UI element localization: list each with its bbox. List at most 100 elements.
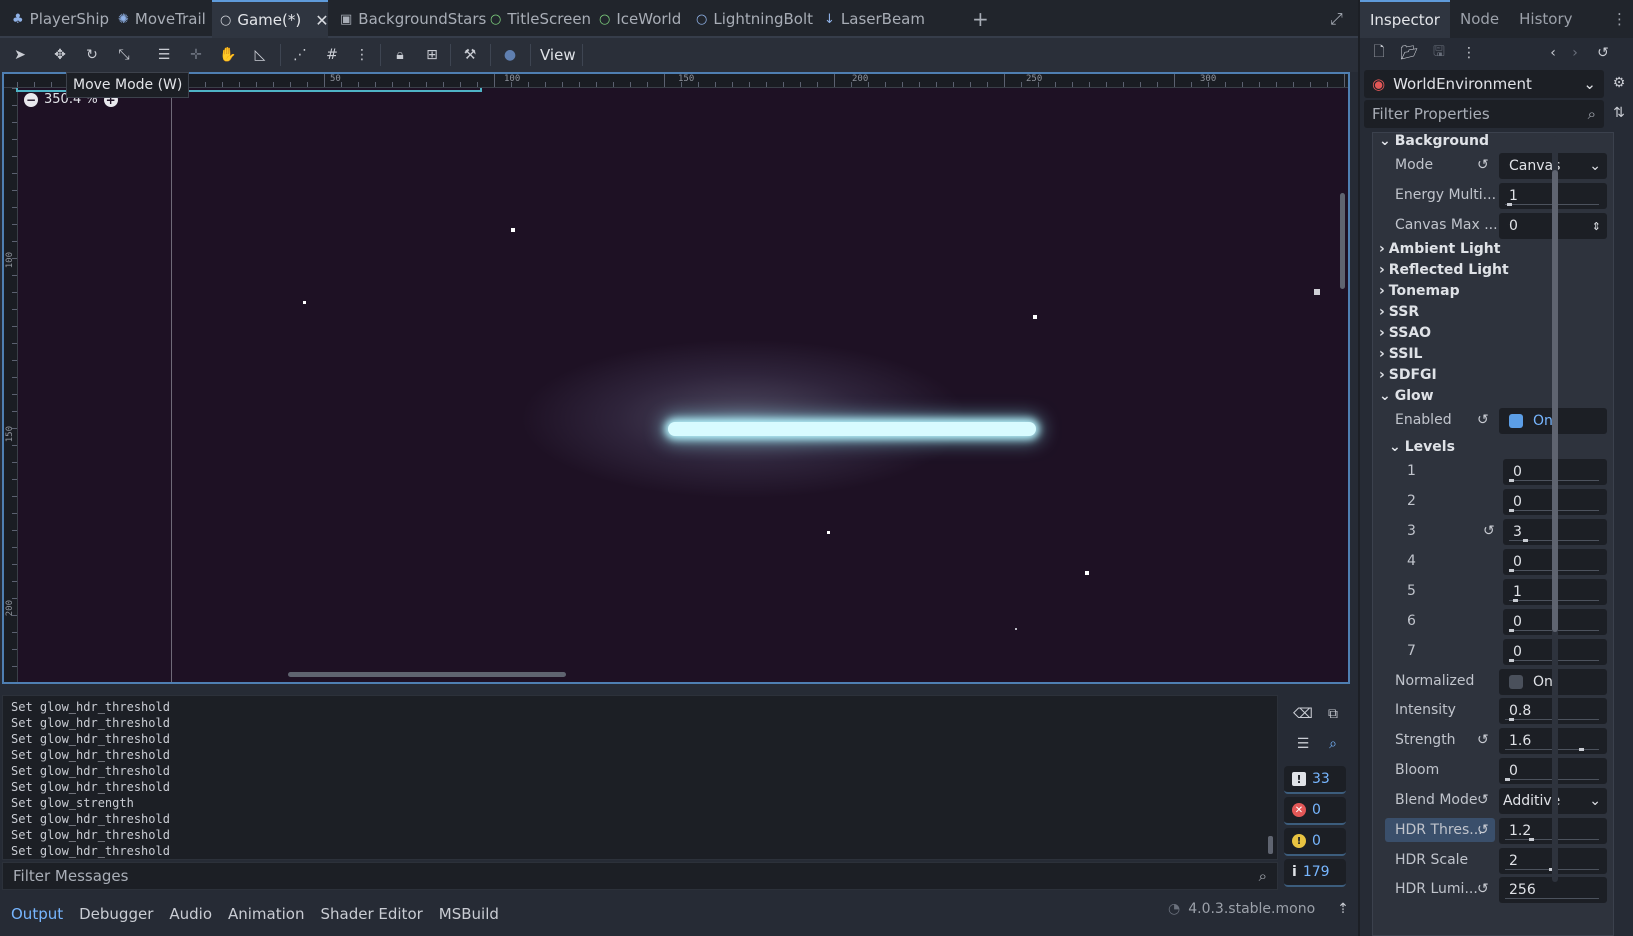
property-settings-icon[interactable]: ⇅ [1608,102,1630,124]
scene-canvas[interactable] [19,89,1348,682]
select-mode-icon[interactable]: ➤ [9,44,31,66]
scene-tab-titlescreen[interactable]: ○ TitleScreen [482,0,599,38]
forward-icon[interactable]: › [1564,42,1586,64]
dock-menu-icon[interactable]: ⋮ [1602,0,1633,38]
tab-history[interactable]: History [1509,0,1582,38]
ruler-tick [12,275,17,276]
add-tab-button[interactable]: + [964,0,997,38]
more-icon[interactable]: ⋮ [1458,42,1480,64]
section-background[interactable]: ⌄ Background [1379,133,1489,149]
ruler-tick [324,74,325,87]
group-icon[interactable]: ⊞ [421,44,443,66]
scene-tab-laserbeam[interactable]: ↓ LaserBeam [816,0,933,38]
section-sdfgi[interactable]: › SDFGI [1379,367,1437,383]
history-icon[interactable]: ↺ [1592,42,1614,64]
info-filter-button[interactable]: i 179 [1284,859,1346,887]
tab-shader-editor[interactable]: Shader Editor [320,905,422,923]
node-selector[interactable]: ◉ WorldEnvironment ⌄ [1364,70,1604,98]
messages-filter-button[interactable]: ! 33 [1284,766,1346,794]
viewport-vertical-scrollbar[interactable] [1340,193,1345,289]
close-tab-icon[interactable]: ✕ [315,11,328,30]
level-label: 4 [1407,553,1416,569]
back-icon[interactable]: ‹ [1542,42,1564,64]
scene-tab-backgroundstars[interactable]: ▣ BackgroundStars [332,0,494,38]
checkbox-checked-icon [1509,414,1523,428]
tab-inspector[interactable]: Inspector [1360,0,1450,38]
search-icon[interactable]: ⌕ [1322,733,1344,755]
control-icon: ○ [490,11,502,27]
ruler-tick [1072,82,1073,87]
tab-audio[interactable]: Audio [169,905,212,923]
output-scrollbar[interactable] [1268,836,1273,854]
pivot-mode-icon[interactable]: ✛ [185,44,207,66]
grid-snap-icon[interactable]: # [321,44,343,66]
revert-icon[interactable]: ↺ [1477,412,1489,428]
ruler-mode-icon[interactable]: ◺ [249,44,271,66]
rotate-mode-icon[interactable]: ↻ [81,44,103,66]
camera-override-icon[interactable]: ● [499,44,521,66]
section-ambient-light[interactable]: › Ambient Light [1379,241,1500,257]
search-icon: ⌕ [1258,867,1267,885]
ruler-tick [1242,82,1243,87]
open-folder-icon[interactable]: 📂︎ [1398,42,1420,64]
star [1033,315,1037,319]
section-glow[interactable]: ⌄ Glow [1379,388,1434,404]
save-icon[interactable]: 🖫 [1428,42,1450,64]
filter-messages-input[interactable]: Filter Messages ⌕ [2,862,1278,890]
filter-properties-input[interactable]: Filter Properties ⌕ [1364,100,1604,128]
output-log[interactable]: Set glow_hdr_threshold Set glow_hdr_thre… [2,695,1278,860]
tab-debugger[interactable]: Debugger [79,905,153,923]
list-select-icon[interactable]: ☰ [153,44,175,66]
ruler-tick [12,445,17,446]
scene-tab-lightningbolt[interactable]: ○ LightningBolt [688,0,821,38]
scene-tab-game[interactable]: ○ Game(*) ✕ [212,0,329,38]
section-levels[interactable]: ⌄ Levels [1389,439,1455,455]
view-menu[interactable]: View [540,46,576,64]
section-tonemap[interactable]: › Tonemap [1379,283,1460,299]
new-resource-icon[interactable]: 🗋 [1368,42,1390,64]
section-ssao[interactable]: › SSAO [1379,325,1431,341]
snap-options-icon[interactable]: ⋮ [351,44,373,66]
smart-snap-icon[interactable]: ⋰ [289,44,311,66]
object-properties-icon[interactable]: ⚙ [1608,72,1630,94]
section-ssr[interactable]: › SSR [1379,304,1419,320]
laser-beam[interactable] [668,422,1036,436]
viewport-horizontal-scrollbar[interactable] [288,672,566,677]
ruler-tick [290,82,291,87]
move-mode-icon[interactable]: ✥ [49,44,71,66]
collapse-icon[interactable]: ☰ [1292,733,1314,755]
scale-mode-icon[interactable]: ⤡ [113,44,135,66]
inspector-scrollbar-thumb[interactable] [1552,170,1558,632]
tab-output[interactable]: Output [11,905,63,923]
log-line: Set glow_hdr_threshold [11,844,170,858]
revert-icon[interactable]: ↺ [1477,822,1489,838]
viewport-guide-line [171,89,172,682]
distraction-free-button[interactable]: ⤢ [1322,0,1351,38]
warnings-filter-button[interactable]: ! 0 [1284,828,1346,856]
bone-icon[interactable]: ⚒ [459,44,481,66]
scene-tab-iceworld[interactable]: ○ IceWorld [591,0,689,38]
errors-filter-button[interactable]: ✕ 0 [1284,797,1346,825]
revert-icon[interactable]: ↺ [1477,881,1489,897]
warning-icon: ! [1292,834,1306,848]
clear-output-icon[interactable]: ⌫ [1292,703,1314,725]
ruler-tick [613,82,614,87]
scene-tab-movetrail[interactable]: ✺ MoveTrail [110,0,214,38]
revert-icon[interactable]: ↺ [1483,523,1495,539]
canvas-viewport[interactable]: 50 100 150 200 250 300 100 150 200 [2,72,1350,684]
revert-icon[interactable]: ↺ [1477,732,1489,748]
revert-icon[interactable]: ↺ [1477,157,1489,173]
section-reflected-light[interactable]: › Reflected Light [1379,262,1509,278]
pin-panel-icon[interactable]: ⇡ [1337,901,1349,917]
pan-mode-icon[interactable]: ✋ [217,44,239,66]
section-ssil[interactable]: › SSIL [1379,346,1422,362]
tab-node[interactable]: Node [1450,0,1509,38]
tab-animation[interactable]: Animation [228,905,304,923]
copy-icon[interactable]: ⧉ [1322,703,1344,725]
zoom-out-icon[interactable]: − [24,92,38,107]
tab-msbuild[interactable]: MSBuild [439,905,499,923]
lock-icon[interactable]: 🔒︎ [389,44,411,66]
revert-icon[interactable]: ↺ [1477,792,1489,808]
prop-label-hdr-luminance: HDR Lumi... [1395,881,1478,897]
scene-tab-playership[interactable]: ♣ PlayerShip [4,0,117,38]
